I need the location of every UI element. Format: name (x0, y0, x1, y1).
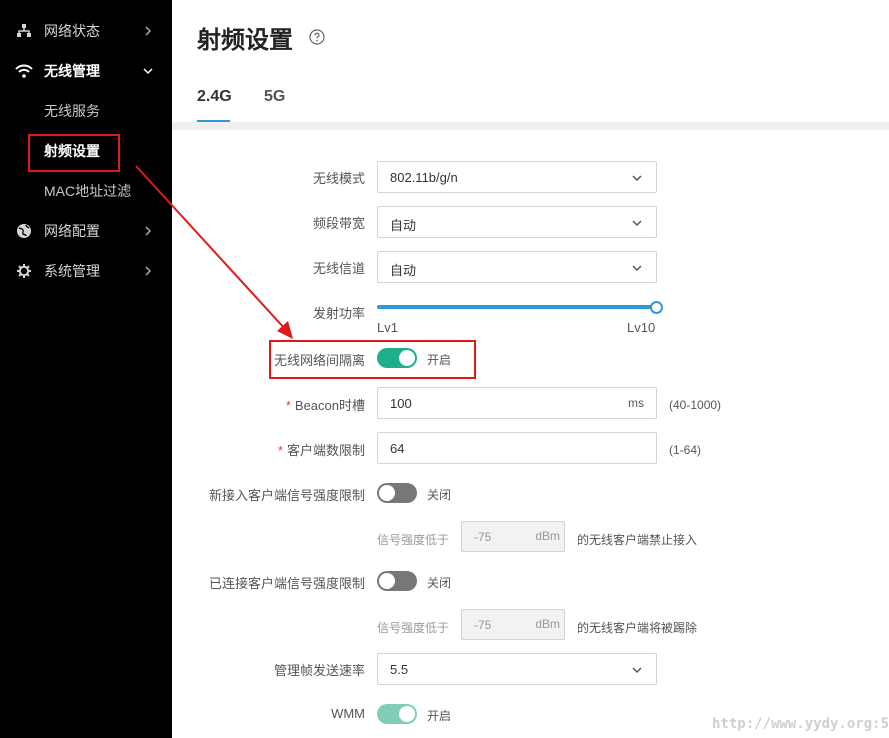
chevron-down-icon (632, 265, 642, 272)
tab-2-4g[interactable]: 2.4G (197, 88, 232, 106)
required-mark: * (285, 398, 291, 413)
sidebar-subitem-wireless-service[interactable]: 无线服务 (0, 91, 172, 131)
new-client-signal-state: 关闭 (427, 488, 452, 502)
tx-power-max-label: Lv10 (627, 320, 656, 335)
new-client-signal-value: -75 (474, 530, 492, 544)
client-limit-input[interactable]: 64 (377, 432, 657, 464)
bandwidth-value: 自动 (390, 218, 417, 233)
bandwidth-select[interactable]: 自动 (377, 206, 657, 238)
sidebar-subitem-label: 无线服务 (44, 103, 100, 119)
chevron-down-icon (632, 175, 642, 182)
channel-select[interactable]: 自动 (377, 251, 657, 283)
beacon-unit: ms (628, 396, 644, 410)
network-icon (15, 22, 33, 40)
new-client-signal-label: 新接入客户端信号强度限制 (208, 488, 365, 503)
channel-label: 无线信道 (312, 261, 365, 276)
connected-client-signal-input: -75 dBm (461, 609, 565, 640)
sidebar-item-wireless-management[interactable]: 无线管理 (0, 51, 172, 91)
client-limit-label: * 客户端数限制 (125, 440, 365, 459)
beacon-input[interactable]: 100 ms (377, 387, 657, 419)
beacon-hint: (40-1000) (669, 398, 722, 412)
wmm-toggle[interactable] (377, 704, 417, 724)
chevron-down-icon (143, 68, 153, 75)
sidebar-item-label: 无线管理 (44, 63, 100, 79)
wireless-mode-label: 无线模式 (312, 171, 365, 186)
connected-client-signal-suffix: 的无线客户端将被踢除 (577, 621, 698, 635)
client-limit-value: 64 (390, 441, 405, 456)
mgmt-rate-select[interactable]: 5.5 (377, 653, 657, 685)
client-limit-label-text: 客户端数限制 (286, 443, 365, 458)
connected-client-signal-unit: dBm (535, 617, 560, 631)
tx-power-slider-handle[interactable] (650, 301, 663, 314)
wifi-icon (15, 62, 33, 80)
tx-power-label: 发射功率 (312, 306, 365, 321)
chevron-down-icon (632, 220, 642, 227)
chevron-right-icon (145, 26, 152, 36)
wmm-state: 开启 (427, 709, 452, 723)
new-client-signal-suffix: 的无线客户端禁止接入 (577, 533, 698, 547)
help-icon[interactable] (309, 29, 325, 45)
connected-client-signal-prefix: 信号强度低于 (377, 621, 450, 635)
connected-client-signal-state: 关闭 (427, 576, 452, 590)
new-client-signal-unit: dBm (535, 529, 560, 543)
tab-divider (172, 122, 889, 130)
sidebar-item-label: 网络状态 (44, 23, 100, 39)
tx-power-slider-track[interactable] (377, 305, 657, 309)
new-client-signal-toggle[interactable] (377, 483, 417, 503)
client-limit-hint: (1-64) (669, 443, 702, 457)
connected-client-signal-label: 已连接客户端信号强度限制 (208, 576, 365, 591)
wireless-mode-value: 802.11b/g/n (390, 170, 458, 185)
sidebar-item-network-status[interactable]: 网络状态 (0, 11, 172, 51)
mgmt-rate-value: 5.5 (390, 662, 409, 677)
toggle-knob (379, 573, 395, 589)
annotation-box-isolation (269, 340, 476, 379)
tx-power-min-label: Lv1 (377, 320, 398, 335)
annotation-box-rf-settings (28, 134, 120, 172)
page-title: 射频设置 (197, 27, 293, 54)
watermark: http://www.yydy.org:5 (712, 716, 889, 732)
wireless-mode-select[interactable]: 802.11b/g/n (377, 161, 657, 193)
bandwidth-label: 频段带宽 (312, 216, 365, 231)
wmm-label: WMM (331, 706, 365, 721)
beacon-label-text: Beacon时槽 (294, 398, 365, 413)
chevron-down-icon (632, 667, 642, 674)
new-client-signal-input: -75 dBm (461, 521, 565, 552)
gear-icon (15, 262, 33, 280)
required-mark: * (277, 443, 283, 458)
tab-5g[interactable]: 5G (264, 88, 285, 106)
globe-icon (15, 222, 33, 240)
sidebar: 网络状态 无线管理 无线服务 射频设置 MAC地址过滤 网络配置 系统管理 (0, 0, 172, 738)
connected-client-signal-toggle[interactable] (377, 571, 417, 591)
mgmt-rate-label: 管理帧发送速率 (273, 663, 365, 678)
toggle-knob (379, 485, 395, 501)
new-client-signal-prefix: 信号强度低于 (377, 533, 450, 547)
sidebar-item-label: 系统管理 (44, 263, 100, 279)
beacon-label: * Beacon时槽 (125, 395, 365, 414)
beacon-value: 100 (390, 396, 412, 411)
toggle-knob (399, 706, 415, 722)
sidebar-item-label: 网络配置 (44, 223, 100, 239)
connected-client-signal-value: -75 (474, 618, 492, 632)
sidebar-subitem-label: MAC地址过滤 (44, 183, 132, 199)
channel-value: 自动 (390, 263, 417, 278)
